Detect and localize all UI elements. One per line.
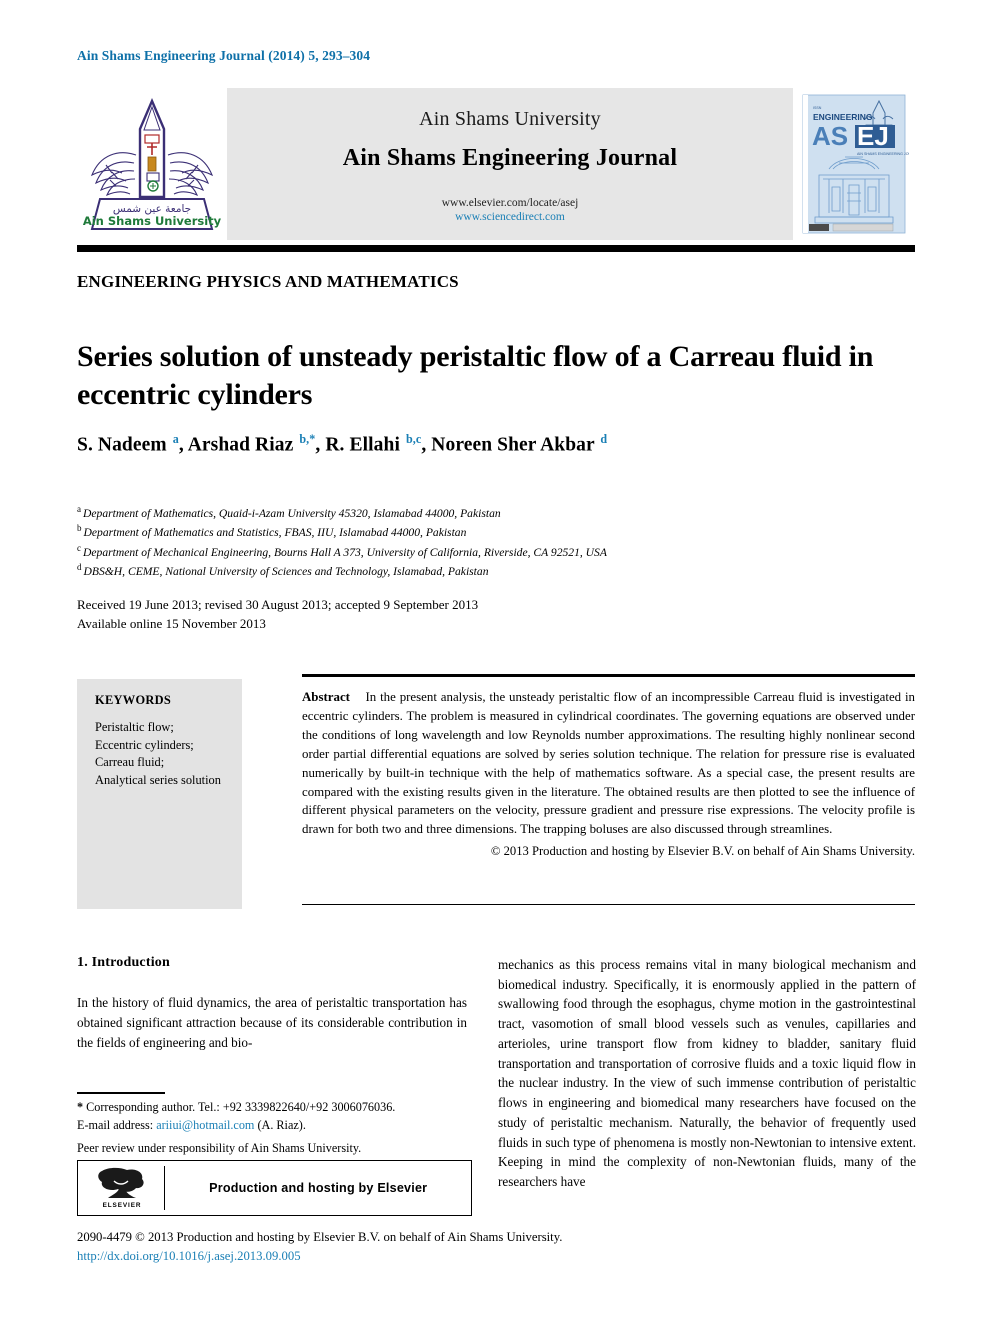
email-note: E-mail address: ariiui@hotmail.com (A. R… [77, 1116, 477, 1134]
author-affiliation-mark: a [172, 432, 179, 446]
keyword-item: Peristaltic flow; [95, 720, 174, 734]
author-name: R. Ellahi [325, 434, 405, 456]
abstract-paragraph: Abstract In the present analysis, the un… [302, 688, 915, 839]
author-separator: , [421, 434, 432, 456]
abstract-section: Abstract In the present analysis, the un… [302, 688, 915, 861]
affiliation-item: d DBS&H, CEME, National University of Sci… [77, 561, 917, 580]
abstract-text: In the present analysis, the unsteady pe… [302, 690, 916, 837]
affiliation-item: c Department of Mechanical Engineering, B… [77, 542, 917, 561]
masthead-center: Ain Shams University Ain Shams Engineeri… [227, 88, 793, 240]
footnote-block: * Corresponding author. Tel.: +92 333982… [77, 1098, 477, 1157]
footnote-separator-rule [77, 1092, 165, 1094]
corresponding-author-text: Corresponding author. Tel.: +92 33398226… [86, 1100, 396, 1114]
article-history: Received 19 June 2013; revised 30 August… [77, 596, 917, 634]
keywords-heading: KEYWORDS [95, 693, 172, 707]
email-link[interactable]: ariiui@hotmail.com [156, 1118, 254, 1132]
introduction-heading: 1. Introduction [77, 955, 170, 970]
author-name: Arshad Riaz [187, 434, 299, 456]
author-name: Noreen Sher Akbar [431, 434, 600, 456]
abstract-copyright: © 2013 Production and hosting by Elsevie… [490, 844, 915, 859]
keywords-items: Peristaltic flow; Eccentric cylinders; Car… [95, 719, 228, 789]
cover-acronym-dark: EJ [857, 121, 889, 151]
introduction-text-right: mechanics as this process remains vital … [498, 957, 916, 1190]
corresponding-author-note: * Corresponding author. Tel.: +92 333982… [77, 1098, 477, 1116]
body-column-left: 1. Introduction In the history of fluid … [77, 955, 467, 1052]
masthead-journal-name: Ain Shams Engineering Journal [342, 144, 678, 171]
cover-acronym-light: AS [812, 121, 848, 151]
email-label: E-mail address: [77, 1118, 154, 1133]
running-head: Ain Shams Engineering Journal (2014) 5, … [77, 48, 371, 63]
abstract-label: Abstract [302, 690, 350, 704]
received-date: Received 19 June 2013; revised 30 August… [77, 597, 479, 612]
author-affiliation-mark: b,c [405, 432, 422, 446]
ain-shams-university-logo: جامعة عين شمس Ain Shams University [77, 88, 227, 240]
keywords-panel: KEYWORDS Peristaltic flow; Eccentric cyli… [77, 679, 242, 909]
subject-section-heading: ENGINEERING PHYSICS AND MATHEMATICS [77, 272, 459, 291]
keyword-item: Eccentric cylinders; [95, 737, 194, 752]
abstract-top-rule [302, 674, 915, 677]
affiliation-text: Department of Mechanical Engineering, Bo… [83, 545, 607, 559]
affiliation-list: a Department of Mathematics, Quaid-i-Azam… [77, 503, 917, 581]
author-list: S. Nadeem a, Arshad Riaz b,*, R. Ellahi … [77, 432, 917, 457]
production-hosting-box: ELSEVIER Production and hosting by Elsev… [77, 1160, 472, 1216]
introduction-text-left: In the history of fluid dynamics, the ar… [77, 995, 467, 1050]
peer-review-note: Peer review under responsibility of Ain … [77, 1140, 362, 1155]
masthead-university-name: Ain Shams University [419, 107, 601, 130]
affiliation-text: DBS&H, CEME, National University of Scie… [83, 565, 489, 579]
journal-cover-icon: ISSN ENGINEERING AS EJ AIN SHAMS ENGINEE… [799, 93, 909, 235]
email-owner: (A. Riaz). [257, 1118, 306, 1133]
elsevier-wordmark: ELSEVIER [102, 1202, 142, 1209]
journal-cover-thumbnail: ISSN ENGINEERING AS EJ AIN SHAMS ENGINEE… [793, 88, 915, 240]
elsevier-tree-icon [98, 1167, 144, 1198]
cover-small-label: ISSN [813, 106, 822, 110]
masthead-bottom-rule [77, 245, 915, 252]
available-online-date: Available online 15 November 2013 [77, 615, 266, 631]
author-affiliation-mark: b,* [299, 432, 316, 446]
elsevier-logo: ELSEVIER [88, 1165, 156, 1211]
production-hosting-label: Production and hosting by Elsevier [209, 1181, 428, 1195]
corresponding-author-mark: * [77, 1100, 84, 1114]
affiliation-text: Department of Mathematics and Statistics… [83, 526, 467, 540]
elsevier-locate-url[interactable]: www.elsevier.com/locate/asej [442, 196, 579, 210]
affiliation-item: b Department of Mathematics and Statistic… [77, 522, 917, 541]
body-column-right: mechanics as this process remains vital … [498, 955, 916, 1192]
university-crest-icon: جامعة عين شمس Ain Shams University [83, 97, 222, 230]
abstract-bottom-rule [302, 904, 915, 906]
keyword-item: Carreau fluid; [95, 755, 165, 770]
doi-link[interactable]: http://dx.doi.org/10.1016/j.asej.2013.09… [77, 1247, 677, 1266]
author-separator: , [178, 434, 188, 456]
journal-masthead: جامعة عين شمس Ain Shams University Ain S… [77, 88, 915, 240]
affiliation-item: a Department of Mathematics, Quaid-i-Azam… [77, 503, 917, 522]
page-title: Series solution of unsteady peristaltic … [77, 340, 874, 412]
author-separator: , [315, 434, 326, 456]
issn-copyright-line: 2090-4479 © 2013 Production and hosting … [77, 1230, 563, 1244]
keyword-item: Analytical series solution [95, 772, 221, 787]
sciencedirect-url[interactable]: www.sciencedirect.com [455, 210, 565, 224]
author-affiliation-mark: d [600, 432, 608, 446]
cover-subtitle: AIN SHAMS ENGINEERING JOURNAL [857, 152, 909, 156]
page-footer: 2090-4479 © 2013 Production and hosting … [77, 1228, 677, 1266]
logo-english-caption: Ain Shams University [83, 214, 222, 228]
affiliation-text: Department of Mathematics, Quaid-i-Azam … [83, 506, 501, 520]
article-first-page: Ain Shams Engineering Journal (2014) 5, … [0, 0, 992, 1323]
author-name: S. Nadeem [77, 434, 172, 456]
